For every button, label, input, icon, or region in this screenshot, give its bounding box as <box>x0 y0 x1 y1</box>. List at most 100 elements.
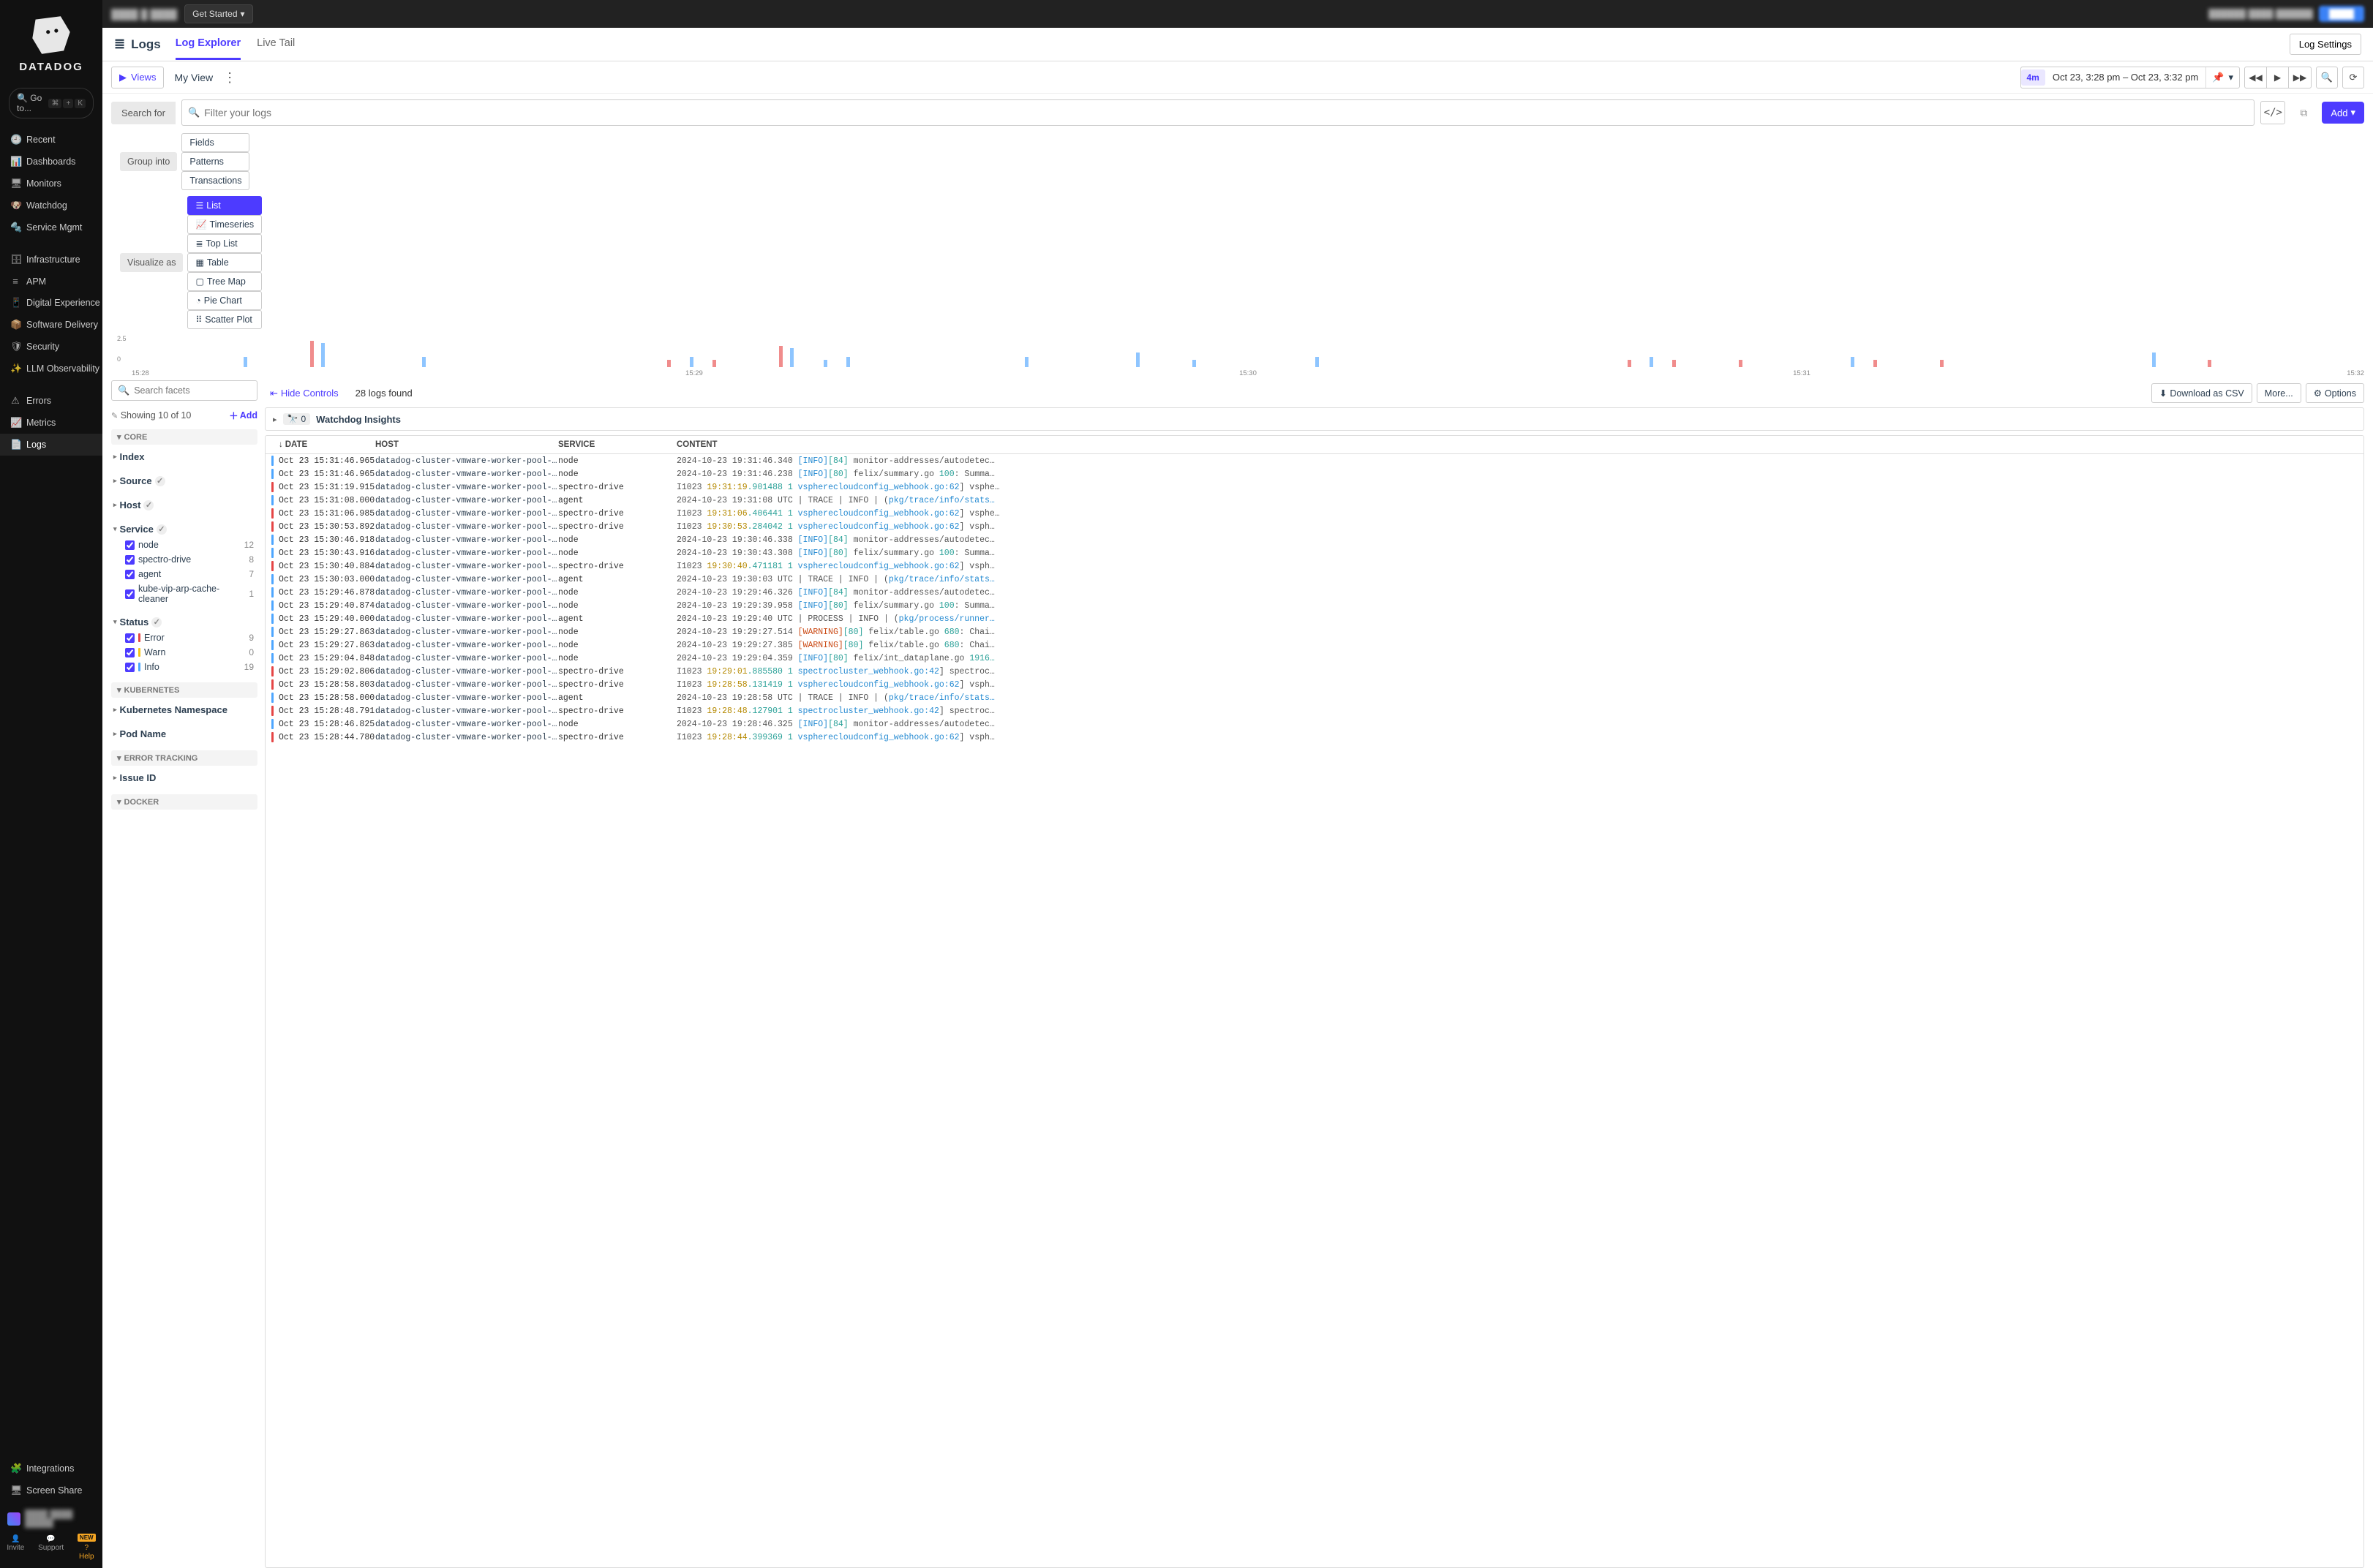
group-chip-transactions[interactable]: Transactions <box>181 171 249 190</box>
vis-chip-tree-map[interactable]: ▢Tree Map <box>187 272 262 291</box>
sidebar-item-digital-experience[interactable]: 📱Digital Experience <box>0 292 102 314</box>
sidebar-item-software-delivery[interactable]: 📦Software Delivery <box>0 314 102 336</box>
vis-chip-top-list[interactable]: ≣Top List <box>187 234 262 253</box>
facet-group-source[interactable]: ▸ Source ✓ <box>113 472 255 489</box>
sidebar-item-recent[interactable]: 🕘Recent <box>0 129 102 151</box>
log-row[interactable]: Oct 23 15:29:46.878datadog-cluster-vmwar… <box>266 586 2363 599</box>
chart-bar[interactable] <box>1739 360 1742 367</box>
log-row[interactable]: Oct 23 15:31:19.915datadog-cluster-vmwar… <box>266 480 2363 494</box>
nav-action-invite[interactable]: 👤Invite <box>7 1535 24 1561</box>
tab-live-tail[interactable]: Live Tail <box>257 29 295 60</box>
chart-bar[interactable] <box>667 360 671 367</box>
chart-bar[interactable] <box>846 357 850 367</box>
chart-bar[interactable] <box>422 357 426 367</box>
time-range-picker[interactable]: 4m Oct 23, 3:28 pm – Oct 23, 3:32 pm 📌▾ <box>2020 67 2241 88</box>
facet-group-status[interactable]: ▾ Status ✓ <box>113 614 255 630</box>
chart-bar[interactable] <box>1650 357 1653 367</box>
chart-bar[interactable] <box>712 360 716 367</box>
facet-checkbox[interactable] <box>125 589 135 599</box>
code-toggle-button[interactable]: </> <box>2260 101 2285 124</box>
options-button[interactable]: ⚙Options <box>2306 383 2364 403</box>
sidebar-item-service-mgmt[interactable]: 🔩Service Mgmt <box>0 216 102 238</box>
log-row[interactable]: Oct 23 15:29:27.863datadog-cluster-vmwar… <box>266 625 2363 638</box>
log-row[interactable]: Oct 23 15:28:58.000datadog-cluster-vmwar… <box>266 691 2363 704</box>
group-chip-fields[interactable]: Fields <box>181 133 249 152</box>
sidebar-item-llm-observability[interactable]: ✨LLM Observability <box>0 358 102 380</box>
facet-checkbox[interactable] <box>125 648 135 657</box>
sidebar-item-security[interactable]: 🛡Security <box>0 336 102 358</box>
chart-bar[interactable] <box>1940 360 1944 367</box>
logo[interactable]: DATADOG <box>0 7 102 83</box>
log-row[interactable]: Oct 23 15:30:40.884datadog-cluster-vmwar… <box>266 559 2363 573</box>
tab-log-explorer[interactable]: Log Explorer <box>176 29 241 60</box>
chart-bar[interactable] <box>1025 357 1028 367</box>
chart-bar[interactable] <box>1192 360 1196 367</box>
sidebar-item-integrations[interactable]: 🧩Integrations <box>0 1458 102 1480</box>
facet-item-info[interactable]: Info19 <box>113 660 255 674</box>
log-row[interactable]: Oct 23 15:31:46.965datadog-cluster-vmwar… <box>266 454 2363 467</box>
facet-checkbox[interactable] <box>125 663 135 672</box>
vis-chip-pie-chart[interactable]: ◔Pie Chart <box>187 291 262 310</box>
col-content[interactable]: CONTENT <box>677 440 2358 449</box>
add-facet-button[interactable]: ＋Add <box>229 408 257 422</box>
log-row[interactable]: Oct 23 15:31:06.985datadog-cluster-vmwar… <box>266 507 2363 520</box>
chart-bar[interactable] <box>1851 357 1854 367</box>
goto-search[interactable]: 🔍 Go to... ⌘+K <box>9 88 94 118</box>
pin-icon[interactable]: 📌 <box>2212 72 2224 83</box>
facet-section-error tracking[interactable]: ▾ ERROR TRACKING <box>111 750 257 766</box>
vis-chip-scatter-plot[interactable]: ⠿Scatter Plot <box>187 310 262 329</box>
vis-chip-table[interactable]: ▦Table <box>187 253 262 272</box>
watchdog-insights-row[interactable]: ▸ 🔭0 Watchdog Insights <box>265 407 2364 431</box>
sidebar-item-errors[interactable]: ⚠Errors <box>0 390 102 412</box>
log-row[interactable]: Oct 23 15:30:03.000datadog-cluster-vmwar… <box>266 573 2363 586</box>
chart-bar[interactable] <box>1315 357 1319 367</box>
facet-group-kubernetes-namespace[interactable]: ▸ Kubernetes Namespace <box>113 701 255 718</box>
chart-bar[interactable] <box>244 357 247 367</box>
sidebar-item-infrastructure[interactable]: 🗄Infrastructure <box>0 249 102 271</box>
log-row[interactable]: Oct 23 15:29:02.806datadog-cluster-vmwar… <box>266 665 2363 678</box>
chart-bar[interactable] <box>1672 360 1676 367</box>
sidebar-item-dashboards[interactable]: 📊Dashboards <box>0 151 102 173</box>
facet-group-index[interactable]: ▸ Index <box>113 448 255 465</box>
chevron-down-icon[interactable]: ▾ <box>2228 72 2233 83</box>
more-button[interactable]: More... <box>2257 383 2301 403</box>
log-row[interactable]: Oct 23 15:28:48.791datadog-cluster-vmwar… <box>266 704 2363 717</box>
facet-group-host[interactable]: ▸ Host ✓ <box>113 497 255 513</box>
sidebar-item-apm[interactable]: ≡APM <box>0 271 102 292</box>
sidebar-item-screen-share[interactable]: 🖥Screen Share <box>0 1480 102 1501</box>
nav-action-help[interactable]: NEW?Help <box>78 1535 96 1561</box>
chart-bar[interactable] <box>824 360 827 367</box>
facet-item-agent[interactable]: agent7 <box>113 567 255 581</box>
log-row[interactable]: Oct 23 15:31:08.000datadog-cluster-vmwar… <box>266 494 2363 507</box>
facet-item-warn[interactable]: Warn0 <box>113 645 255 660</box>
log-row[interactable]: Oct 23 15:28:44.780datadog-cluster-vmwar… <box>266 731 2363 744</box>
chart-bar[interactable] <box>779 346 783 367</box>
log-row[interactable]: Oct 23 15:29:04.848datadog-cluster-vmwar… <box>266 652 2363 665</box>
zoom-button[interactable]: 🔍 <box>2316 67 2338 88</box>
log-row[interactable]: Oct 23 15:30:43.916datadog-cluster-vmwar… <box>266 546 2363 559</box>
hide-controls-button[interactable]: ⇤Hide Controls <box>265 384 344 403</box>
facet-section-docker[interactable]: ▾ DOCKER <box>111 794 257 810</box>
facet-item-kube-vip-arp-cache-cleaner[interactable]: kube-vip-arp-cache-cleaner1 <box>113 581 255 606</box>
nav-action-support[interactable]: 💬Support <box>38 1535 64 1561</box>
vis-chip-list[interactable]: ☰List <box>187 196 262 215</box>
get-started-button[interactable]: Get Started ▾ <box>184 4 252 23</box>
facet-checkbox[interactable] <box>125 570 135 579</box>
add-button[interactable]: Add ▾ <box>2322 102 2364 124</box>
step-back-button[interactable]: ◀◀ <box>2245 67 2267 88</box>
group-chip-patterns[interactable]: Patterns <box>181 152 249 171</box>
facet-checkbox[interactable] <box>125 540 135 550</box>
log-row[interactable]: Oct 23 15:30:46.918datadog-cluster-vmwar… <box>266 533 2363 546</box>
refresh-button[interactable]: ⟳ <box>2342 67 2364 88</box>
facet-item-node[interactable]: node12 <box>113 538 255 552</box>
log-row[interactable]: Oct 23 15:31:46.965datadog-cluster-vmwar… <box>266 467 2363 480</box>
facet-group-issue-id[interactable]: ▸ Issue ID <box>113 769 255 786</box>
log-row[interactable]: Oct 23 15:28:46.825datadog-cluster-vmwar… <box>266 717 2363 731</box>
facet-item-spectro-drive[interactable]: spectro-drive8 <box>113 552 255 567</box>
my-view-label[interactable]: My View <box>174 72 213 83</box>
views-button[interactable]: ▶Views <box>111 67 164 88</box>
facet-group-pod-name[interactable]: ▸ Pod Name <box>113 725 255 742</box>
topbar-blue-pill[interactable]: ████ <box>2319 6 2364 22</box>
step-forward-button[interactable]: ▶▶ <box>2289 67 2311 88</box>
search-input-wrap[interactable]: 🔍 <box>181 99 2254 126</box>
